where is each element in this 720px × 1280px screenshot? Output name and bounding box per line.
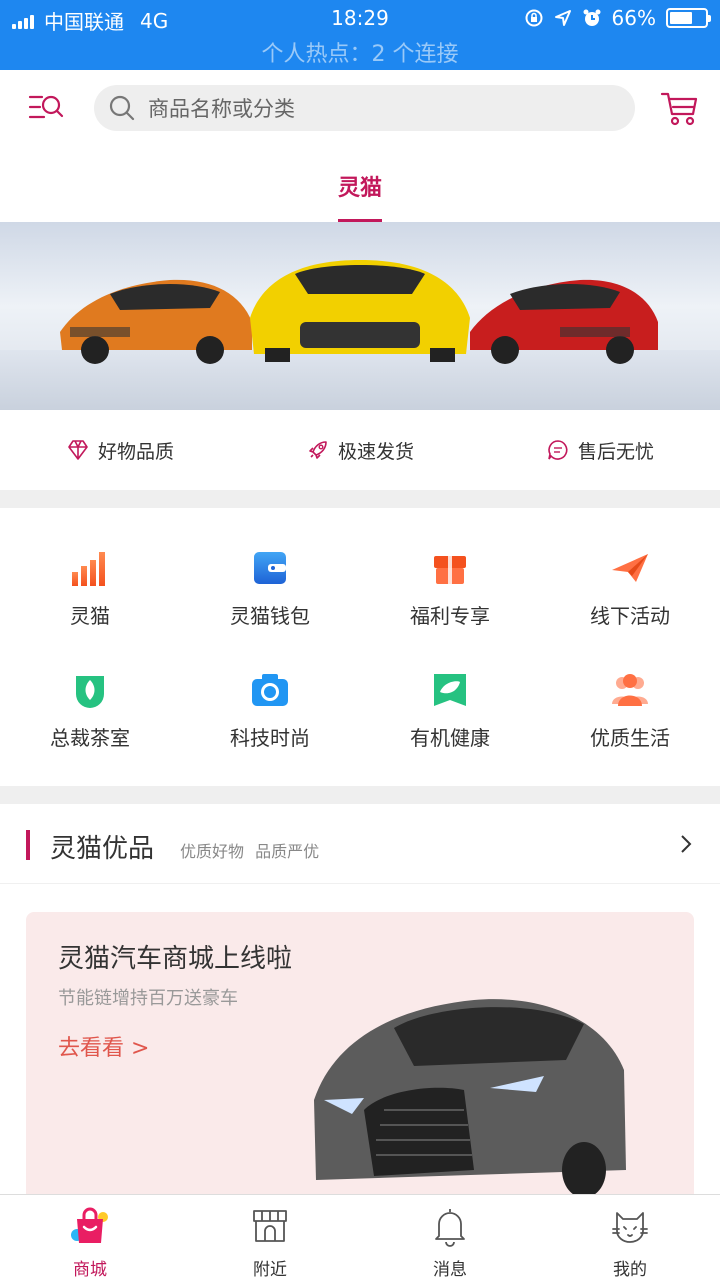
- nav-label: 我的: [613, 1260, 647, 1280]
- category-label: 线下活动: [590, 604, 670, 628]
- cart-icon[interactable]: [660, 88, 700, 128]
- menu-icon[interactable]: [26, 88, 66, 128]
- category-tea[interactable]: 总裁茶室: [0, 630, 180, 752]
- storefront-icon: [253, 1210, 287, 1242]
- bar-chart-icon: [72, 552, 105, 586]
- wallet-icon: [254, 552, 286, 584]
- people-icon: [612, 674, 648, 706]
- search-placeholder: 商品名称或分类: [148, 97, 295, 121]
- feature-label: 售后无忧: [577, 440, 654, 463]
- camera-icon: [252, 674, 288, 706]
- category-organic[interactable]: 有机健康: [360, 630, 540, 752]
- category-lingmao[interactable]: 灵猫: [0, 508, 180, 630]
- section-accent-bar: [26, 830, 30, 860]
- battery-fill: [670, 12, 693, 24]
- promo-subtitle: 节能链增持百万送豪车: [58, 988, 238, 1009]
- leaf-icon: [434, 674, 466, 706]
- promo-card[interactable]: 灵猫汽车商城上线啦 节能链增持百万送豪车 去看看 >: [26, 912, 694, 1202]
- category-label: 优质生活: [590, 726, 670, 750]
- search-input[interactable]: 商品名称或分类: [94, 85, 635, 131]
- section-header[interactable]: 灵猫优品 优质好物 品质严优: [0, 804, 720, 884]
- promo-link[interactable]: 去看看 >: [58, 1030, 149, 1062]
- feature-item: 好物品质: [0, 437, 240, 464]
- feature-item: 极速发货: [240, 437, 480, 464]
- section-title: 灵猫优品: [50, 834, 155, 864]
- category-life[interactable]: 优质生活: [540, 630, 720, 752]
- category-label: 灵猫钱包: [230, 604, 310, 628]
- promo-title: 灵猫汽车商城上线啦: [58, 944, 293, 974]
- tea-cup-icon: [76, 676, 104, 708]
- nav-profile[interactable]: 我的: [540, 1195, 720, 1280]
- tab-lingmao[interactable]: 灵猫: [337, 150, 383, 222]
- chat-icon: [548, 440, 568, 460]
- category-label: 福利专享: [410, 604, 490, 628]
- nav-label: 商城: [73, 1260, 107, 1280]
- category-tech[interactable]: 科技时尚: [180, 630, 360, 752]
- category-label: 灵猫: [70, 604, 110, 628]
- category-label: 有机健康: [410, 726, 490, 750]
- nav-label: 附近: [253, 1260, 287, 1280]
- shopping-bag-icon: [71, 1207, 108, 1243]
- category-offline[interactable]: 线下活动: [540, 508, 720, 630]
- category-label: 科技时尚: [230, 726, 310, 750]
- battery-icon: [666, 8, 711, 28]
- category-wallet[interactable]: 灵猫钱包: [180, 508, 360, 630]
- rotation-lock-icon: [525, 9, 543, 27]
- feature-row: 好物品质 极速发货 售后无忧: [0, 410, 720, 490]
- divider: [0, 786, 720, 804]
- nav-nearby[interactable]: 附近: [180, 1195, 360, 1280]
- nav-messages[interactable]: 消息: [360, 1195, 540, 1280]
- nav-label: 消息: [433, 1260, 467, 1280]
- category-grid: 灵猫 灵猫钱包 福利专享 线下活动 总裁茶室 科技时尚 有机健康 优质生活: [0, 508, 720, 786]
- tab-bar: 灵猫: [0, 150, 720, 222]
- status-bar: 中国联通 4G 18:29 66% 个人热点：2 个连接: [0, 0, 720, 70]
- location-icon: [554, 10, 571, 26]
- hotspot-banner[interactable]: 个人热点：2 个连接: [0, 36, 720, 68]
- header: 商品名称或分类: [0, 70, 720, 150]
- search-icon: [109, 95, 135, 121]
- gift-icon: [434, 556, 466, 584]
- cars-illustration: [60, 260, 658, 364]
- hero-banner[interactable]: [0, 222, 720, 410]
- nav-mall[interactable]: 商城: [0, 1195, 180, 1280]
- status-right: 66%: [524, 6, 711, 30]
- bottom-nav: 商城 附近 消息 我的: [0, 1194, 720, 1280]
- cat-icon: [612, 1212, 648, 1243]
- car-image: [314, 999, 626, 1198]
- bell-icon: [435, 1209, 465, 1247]
- alarm-icon: [583, 9, 601, 26]
- chevron-right-icon[interactable]: [676, 834, 696, 854]
- section-subtitle: 优质好物 品质严优: [180, 842, 320, 861]
- rocket-icon: [309, 441, 327, 459]
- category-welfare[interactable]: 福利专享: [360, 508, 540, 630]
- category-label: 总裁茶室: [50, 726, 130, 750]
- paper-plane-icon: [612, 554, 648, 582]
- divider: [0, 490, 720, 508]
- feature-item: 售后无忧: [480, 437, 720, 464]
- feature-label: 极速发货: [337, 440, 414, 463]
- feature-label: 好物品质: [97, 440, 174, 463]
- battery-percent: 66%: [611, 6, 656, 30]
- diamond-icon: [68, 440, 88, 460]
